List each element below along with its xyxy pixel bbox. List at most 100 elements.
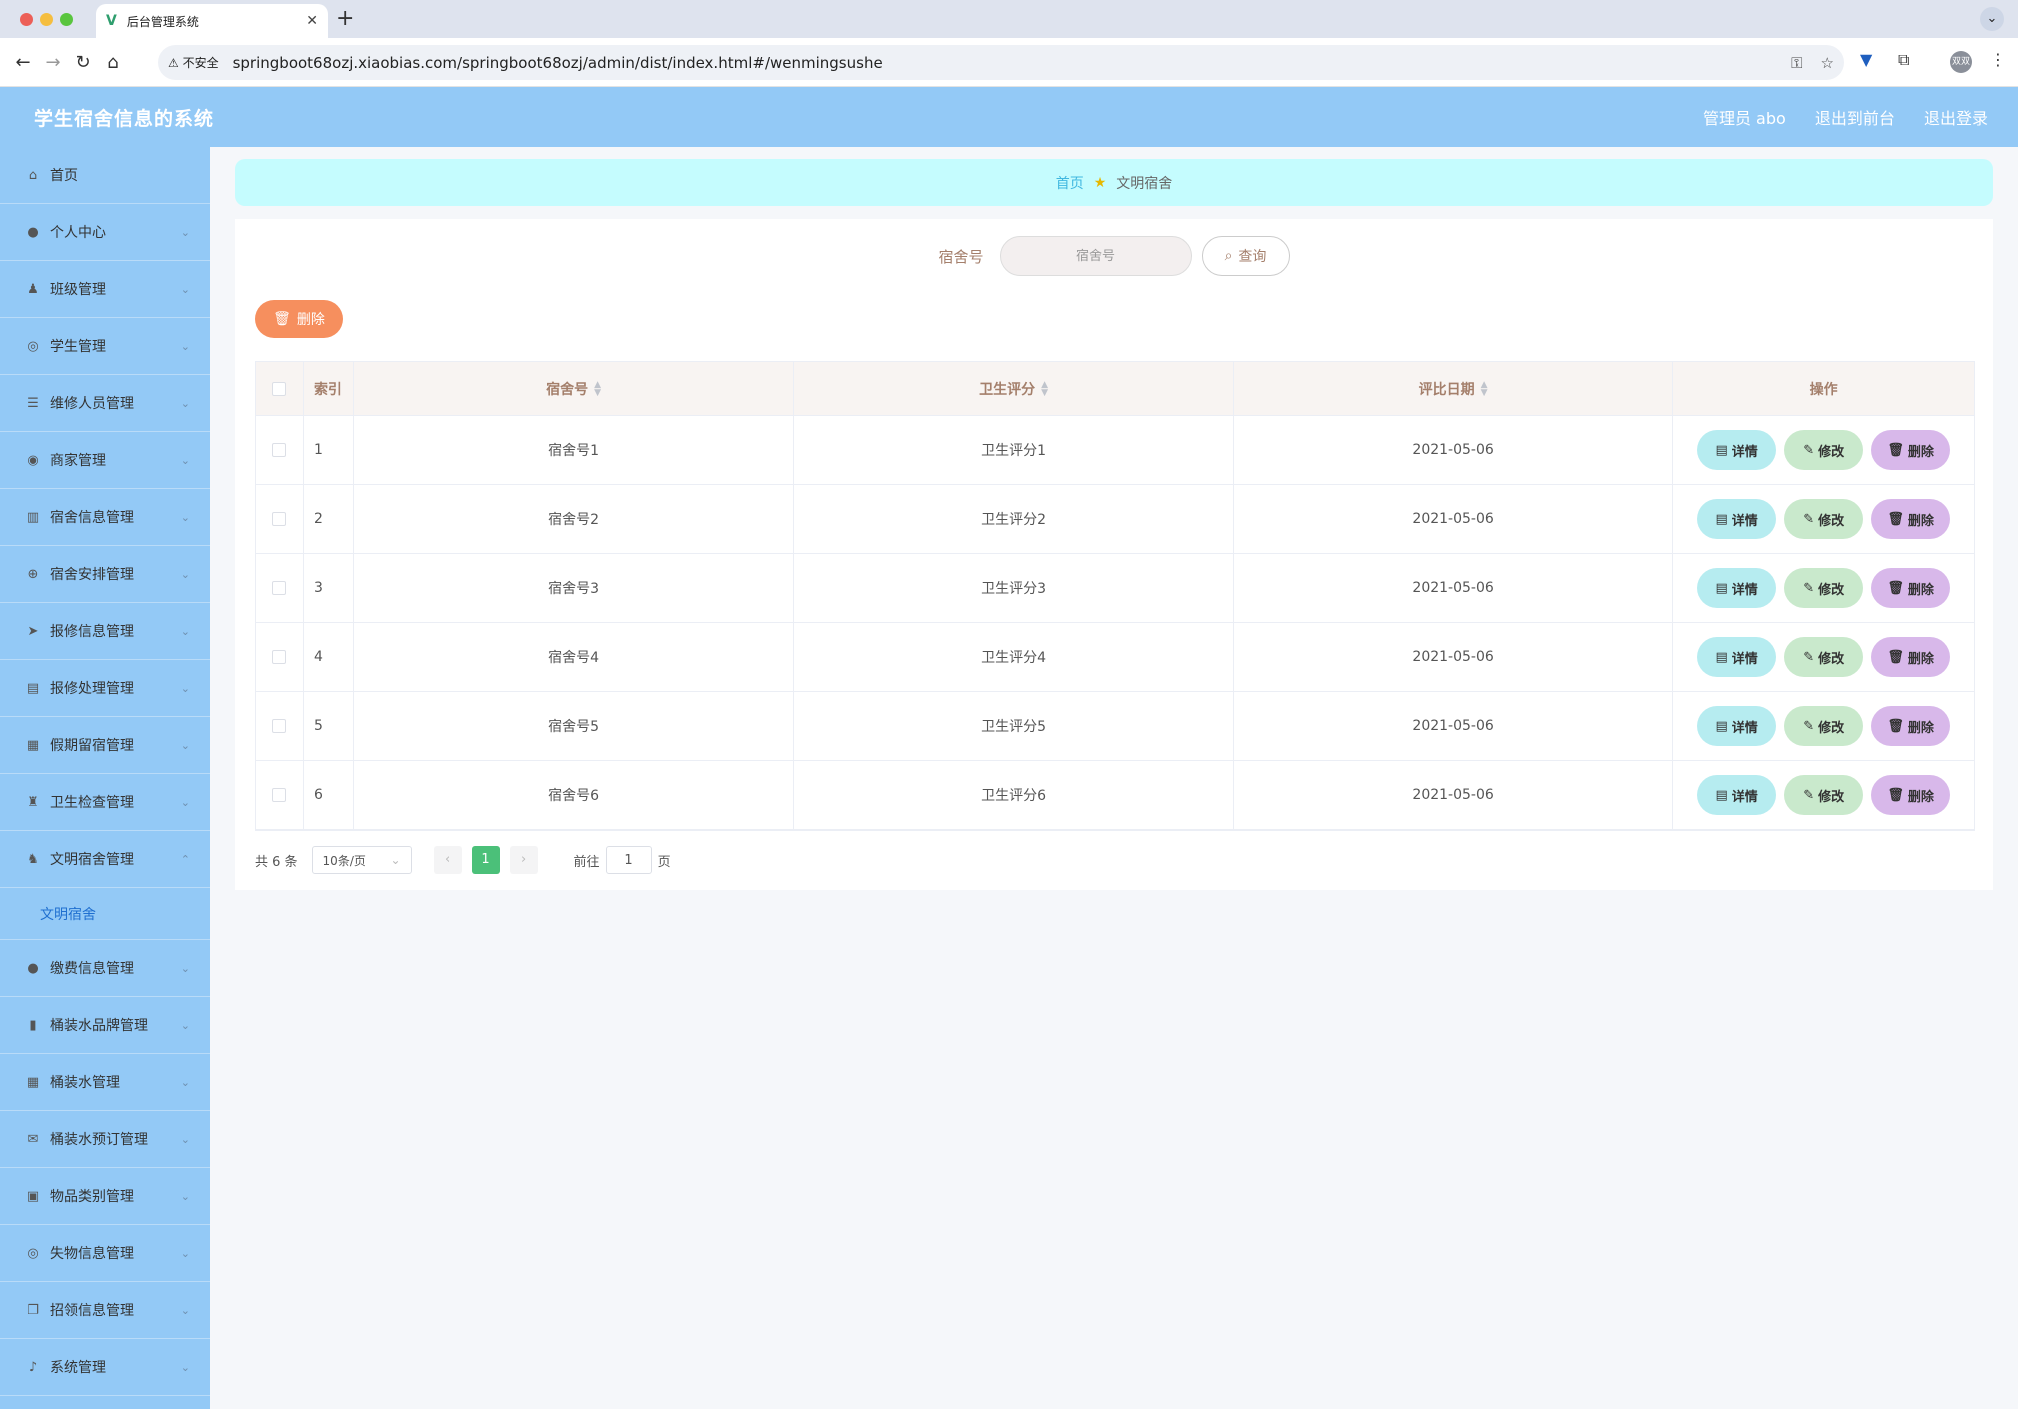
maximize-window-button[interactable] xyxy=(60,13,73,26)
sort-icon[interactable]: ▲ ▼ xyxy=(1041,380,1048,397)
home-button-icon[interactable]: ⌂ xyxy=(98,52,128,73)
sidebar-item-found[interactable]: ❐ 招领信息管理 ⌄ xyxy=(0,1282,210,1339)
new-tab-button[interactable]: + xyxy=(336,6,354,31)
row-checkbox[interactable] xyxy=(272,788,287,802)
delete-button[interactable]: 🗑 删除 xyxy=(1871,568,1951,608)
extensions-icon[interactable]: ⧉ xyxy=(1898,50,1909,70)
goto-page-input[interactable]: 1 xyxy=(605,846,652,874)
sidebar-item-repair-handle[interactable]: ▤ 报修处理管理 ⌄ xyxy=(0,660,210,717)
edit-label: 修改 xyxy=(1818,513,1845,529)
url-text[interactable]: springboot68ozj.xiaobias.com/springboot6… xyxy=(233,54,1774,72)
browser-tab[interactable]: V 后台管理系统 ✕ xyxy=(96,4,328,38)
delete-button[interactable]: 🗑 删除 xyxy=(1871,499,1951,539)
header-hygiene-score[interactable]: 卫生评分 ▲ ▼ xyxy=(794,362,1234,415)
sidebar-item-dorm-info[interactable]: ▥ 宿舍信息管理 ⌄ xyxy=(0,489,210,546)
edit-button[interactable]: ✎ 修改 xyxy=(1784,706,1864,746)
delete-button[interactable]: 🗑 删除 xyxy=(1871,637,1951,677)
row-checkbox[interactable] xyxy=(272,719,287,733)
reload-icon[interactable]: ↻ xyxy=(68,52,98,73)
select-all-checkbox[interactable] xyxy=(272,381,287,396)
row-checkbox[interactable] xyxy=(272,443,287,457)
sidebar-item-hygiene[interactable]: ♜ 卫生检查管理 ⌄ xyxy=(0,774,210,831)
sidebar-item-class[interactable]: ♟ 班级管理 ⌄ xyxy=(0,261,210,318)
sidebar-item-lost[interactable]: ◎ 失物信息管理 ⌄ xyxy=(0,1225,210,1282)
app-header: 学生宿舍信息的系统 管理员 abo 退出到前台 退出登录 xyxy=(0,87,2018,147)
detail-button[interactable]: ▤ 详情 xyxy=(1697,706,1777,746)
address-bar[interactable]: ⚠ 不安全 springboot68ozj.xiaobias.com/sprin… xyxy=(158,45,1844,80)
cell-actions: ▤ 详情 ✎ 修改 🗑 删除 xyxy=(1673,554,1974,622)
next-page-button[interactable]: › xyxy=(509,846,538,874)
sidebar-item-merchant[interactable]: ◉ 商家管理 ⌄ xyxy=(0,432,210,489)
profile-avatar[interactable]: 双双 xyxy=(1950,51,1972,73)
sidebar-item-water-order[interactable]: ✉ 桶装水预订管理 ⌄ xyxy=(0,1111,210,1168)
search-label: 宿舍号 xyxy=(938,247,984,266)
chevron-down-icon: ⌄ xyxy=(180,225,190,239)
sidebar-item-dorm-arrange[interactable]: ⊕ 宿舍安排管理 ⌄ xyxy=(0,546,210,603)
sidebar-item-label: 桶装水预订管理 xyxy=(50,1132,148,1148)
tab-search-button[interactable]: ⌄ xyxy=(1980,7,2004,31)
header-dorm-number[interactable]: 宿舍号 ▲ ▼ xyxy=(354,362,795,415)
exit-to-front-link[interactable]: 退出到前台 xyxy=(1815,109,1895,128)
minimize-window-button[interactable] xyxy=(40,13,53,26)
detail-button[interactable]: ▤ 详情 xyxy=(1697,568,1777,608)
page-number-current[interactable]: 1 xyxy=(471,846,500,874)
tab-close-icon[interactable]: ✕ xyxy=(306,13,318,29)
delete-button[interactable]: 🗑 删除 xyxy=(1871,706,1951,746)
chevron-down-icon: ⌄ xyxy=(180,1189,190,1203)
bookmark-star-icon[interactable]: ☆ xyxy=(1821,54,1834,72)
key-icon[interactable]: ⚿ xyxy=(1791,54,1802,72)
detail-button[interactable]: ▤ 详情 xyxy=(1697,499,1777,539)
logout-link[interactable]: 退出登录 xyxy=(1924,109,1988,128)
edit-button[interactable]: ✎ 修改 xyxy=(1784,775,1864,815)
cell-hygiene-score: 卫生评分5 xyxy=(794,692,1234,760)
sidebar-item-system[interactable]: ♪ 系统管理 ⌄ xyxy=(0,1339,210,1396)
sidebar-item-student[interactable]: ◎ 学生管理 ⌄ xyxy=(0,318,210,375)
query-button[interactable]: ⌕ 查询 xyxy=(1201,236,1290,276)
sidebar-item-civil-dorm[interactable]: ♞ 文明宿舍管理 ⌃ xyxy=(0,831,210,888)
edit-button[interactable]: ✎ 修改 xyxy=(1784,568,1864,608)
edit-button[interactable]: ✎ 修改 xyxy=(1784,430,1864,470)
sort-icon[interactable]: ▲ ▼ xyxy=(594,380,601,397)
prev-page-button[interactable]: ‹ xyxy=(433,846,462,874)
target-icon: ⊕ xyxy=(27,566,39,582)
close-window-button[interactable] xyxy=(20,13,33,26)
page-size-select[interactable]: 10条/页 ⌄ xyxy=(311,846,412,874)
sidebar-item-holiday-stay[interactable]: ▦ 假期留宿管理 ⌄ xyxy=(0,717,210,774)
delete-button[interactable]: 🗑 删除 xyxy=(1871,775,1951,815)
sidebar-item-home[interactable]: ⌂ 首页 xyxy=(0,147,210,204)
sidebar-item-item-category[interactable]: ▣ 物品类别管理 ⌄ xyxy=(0,1168,210,1225)
sort-icon[interactable]: ▲ ▼ xyxy=(1481,380,1488,397)
dorm-number-search-input[interactable]: 宿舍号 xyxy=(999,236,1192,276)
row-checkbox-cell xyxy=(256,623,304,691)
pagination: 共 6 条 10条/页 ⌄ ‹ 1 › 前往 1 页 xyxy=(255,846,671,874)
bulk-delete-button[interactable]: 🗑 删除 xyxy=(255,300,343,338)
sidebar-subitem-civil-dorm[interactable]: 文明宿舍 xyxy=(0,888,210,940)
row-checkbox[interactable] xyxy=(272,650,287,664)
row-checkbox[interactable] xyxy=(272,512,287,526)
forward-icon[interactable]: → xyxy=(38,52,68,73)
row-checkbox[interactable] xyxy=(272,581,287,595)
header-date[interactable]: 评比日期 ▲ ▼ xyxy=(1234,362,1674,415)
breadcrumb-home[interactable]: 首页 xyxy=(1056,173,1084,193)
chevron-down-icon: ⌄ xyxy=(180,567,190,581)
detail-button[interactable]: ▤ 详情 xyxy=(1697,775,1777,815)
vue-devtools-icon[interactable]: ▼ xyxy=(1860,50,1872,69)
table-row: 1 宿舍号1 卫生评分1 2021-05-06 ▤ 详情 ✎ 修改 🗑 删除 xyxy=(256,416,1974,485)
edit-button[interactable]: ✎ 修改 xyxy=(1784,499,1864,539)
brush-icon: ♜ xyxy=(27,794,39,810)
detail-button[interactable]: ▤ 详情 xyxy=(1697,637,1777,677)
sidebar-item-repairer[interactable]: ☰ 维修人员管理 ⌄ xyxy=(0,375,210,432)
edit-button[interactable]: ✎ 修改 xyxy=(1784,637,1864,677)
sidebar: ⌂ 首页 ● 个人中心 ⌄ ♟ 班级管理 ⌄ ◎ 学生管理 ⌄ ☰ 维修人员管理 ⌄ ◉ 商家管理 ⌄… xyxy=(0,147,210,1409)
browser-menu-icon[interactable]: ⋮ xyxy=(1990,50,2006,69)
delete-button[interactable]: 🗑 删除 xyxy=(1871,430,1951,470)
back-icon[interactable]: ← xyxy=(8,52,38,73)
not-secure-badge[interactable]: ⚠ 不安全 xyxy=(168,54,219,71)
breadcrumb-current: 文明宿舍 xyxy=(1116,175,1173,192)
sidebar-item-personal[interactable]: ● 个人中心 ⌄ xyxy=(0,204,210,261)
sidebar-item-repair-info[interactable]: ➤ 报修信息管理 ⌄ xyxy=(0,603,210,660)
sidebar-item-water[interactable]: ▦ 桶装水管理 ⌄ xyxy=(0,1054,210,1111)
sidebar-item-water-brand[interactable]: ▮ 桶装水品牌管理 ⌄ xyxy=(0,997,210,1054)
sidebar-item-payment[interactable]: ● 缴费信息管理 ⌄ xyxy=(0,940,210,997)
detail-button[interactable]: ▤ 详情 xyxy=(1697,430,1777,470)
